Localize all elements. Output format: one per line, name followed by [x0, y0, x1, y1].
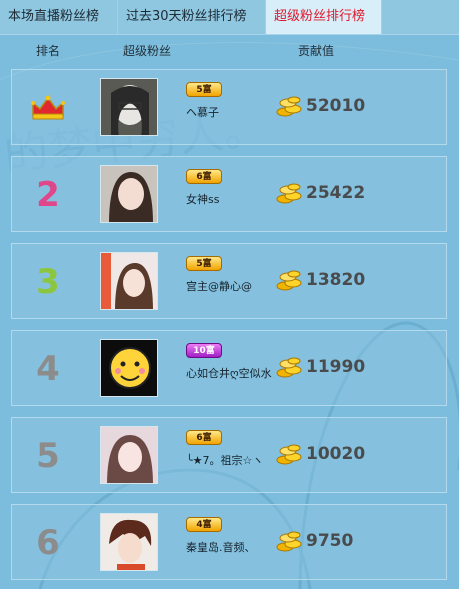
avatar[interactable] [100, 165, 158, 223]
gold-coins-icon [276, 270, 302, 291]
fan-name[interactable]: 宫主@静心@ [186, 280, 278, 294]
wealth-level-badge: 5富 [186, 82, 222, 97]
wealth-level-badge: 4富 [186, 517, 222, 532]
tab-super-fans[interactable]: 超级粉丝排行榜 [266, 0, 382, 34]
contribution-value: 11990 [306, 357, 366, 377]
rank-crown-icon [12, 70, 84, 146]
contribution-value: 13820 [306, 270, 366, 290]
rank-number: 4 [36, 349, 60, 389]
avatar[interactable] [100, 339, 158, 397]
fan-name[interactable]: ヘ慕子 [186, 106, 278, 120]
fan-name[interactable]: ╰★7。祖宗☆ヽ [186, 454, 278, 468]
contribution-value: 10020 [306, 444, 366, 464]
avatar[interactable] [100, 78, 158, 136]
header-rank: 排名 [36, 44, 61, 58]
avatar[interactable] [100, 426, 158, 484]
contribution-value: 9750 [306, 531, 354, 551]
rank-number: 5 [36, 436, 60, 476]
gold-coins-icon [276, 531, 302, 552]
table-row: 3 5富 宫主@静心@ 13820 [11, 243, 447, 319]
table-header: 排名 超级粉丝 贡献值 [0, 34, 459, 64]
table-row: 5富 ヘ慕子 52010 [11, 69, 447, 145]
wealth-level-badge: 6富 [186, 169, 222, 184]
fan-name[interactable]: 秦皇岛.音频、 [186, 541, 278, 555]
table-row: 4 10富 心如仓井ღ空似水 11990 [11, 330, 447, 406]
gold-coins-icon [276, 444, 302, 465]
rank-number: 6 [36, 523, 60, 563]
fan-name[interactable]: 女神ss [186, 193, 278, 207]
tab-30day-fans[interactable]: 过去30天粉丝排行榜 [118, 0, 266, 34]
tab-live-fans[interactable]: 本场直播粉丝榜 [0, 0, 118, 34]
wealth-level-badge: 6富 [186, 430, 222, 445]
rank-number: 3 [36, 262, 60, 302]
table-row: 6 4富 秦皇岛.音频、 9750 [11, 504, 447, 580]
gold-coins-icon [276, 357, 302, 378]
header-contribution: 贡献值 [298, 44, 335, 58]
table-row: 5 6富 ╰★7。祖宗☆ヽ 10020 [11, 417, 447, 493]
fan-name[interactable]: 心如仓井ღ空似水 [186, 367, 278, 381]
tab-bar: 本场直播粉丝榜 过去30天粉丝排行榜 超级粉丝排行榜 [0, 0, 459, 35]
avatar[interactable] [100, 513, 158, 571]
header-fan: 超级粉丝 [123, 44, 172, 58]
contribution-value: 25422 [306, 183, 366, 203]
rank-number: 2 [36, 175, 60, 215]
contribution-value: 52010 [306, 96, 366, 116]
gold-coins-icon [276, 183, 302, 204]
table-row: 2 6富 女神ss 25422 [11, 156, 447, 232]
wealth-level-badge: 10富 [186, 343, 222, 358]
wealth-level-badge: 5富 [186, 256, 222, 271]
gold-coins-icon [276, 96, 302, 117]
avatar[interactable] [100, 252, 158, 310]
